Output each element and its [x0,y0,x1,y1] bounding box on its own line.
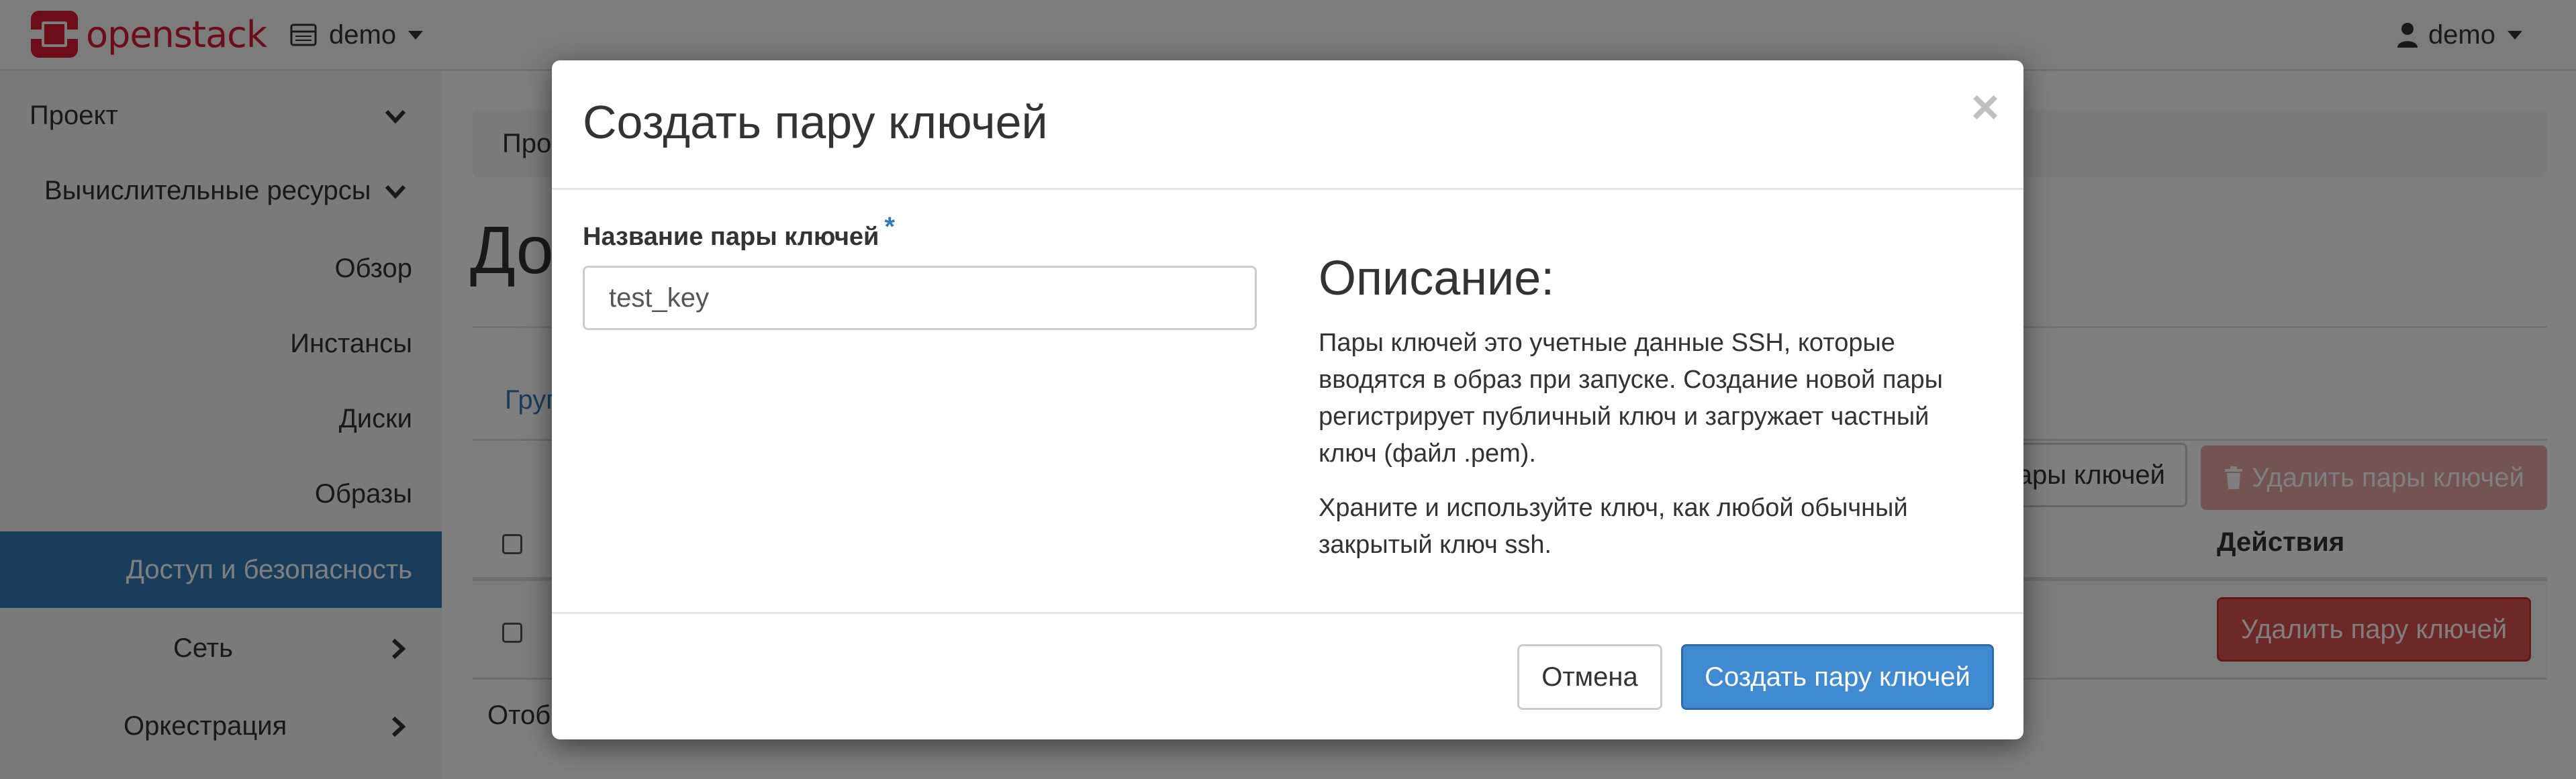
create-keypair-modal: Создать пару ключей × Название пары ключ… [552,60,2023,739]
keypair-name-input[interactable] [583,266,1257,330]
create-keypair-button[interactable]: Создать пару ключей [1681,644,1994,710]
description-title: Описание: [1319,252,1555,305]
keypair-name-label-text: Название пары ключей [583,223,879,251]
modal-header-divider [552,188,2023,190]
description-text-2: Храните и используйте ключ, как любой об… [1319,494,1908,559]
required-asterisk: * [884,212,895,242]
modal-title: Создать пару ключей [583,96,1048,148]
modal-footer-divider [552,612,2023,614]
description-text: Пары ключей это учетные данные SSH, кото… [1319,329,1943,468]
cancel-button[interactable]: Отмена [1517,644,1662,710]
close-icon[interactable]: × [1971,83,1999,132]
keypair-name-label: Название пары ключей * [583,212,895,252]
